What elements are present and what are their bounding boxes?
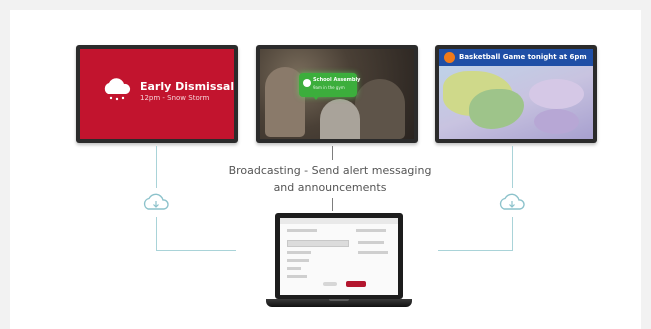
app-titlebar bbox=[280, 218, 398, 224]
connector-line bbox=[512, 146, 513, 188]
event-title: Basketball Game tonight at 6pm bbox=[459, 53, 587, 61]
display-early-dismissal: Early Dismissal 12pm - Snow Storm bbox=[76, 45, 238, 143]
laptop-icon bbox=[275, 213, 403, 299]
form-row bbox=[287, 229, 317, 232]
map-region bbox=[469, 89, 524, 129]
display-content: Early Dismissal 12pm - Snow Storm bbox=[80, 49, 234, 139]
form-row bbox=[287, 275, 307, 278]
announcement-title: School Assembly bbox=[313, 77, 361, 83]
display-school-assembly: School Assembly 9am in the gym bbox=[256, 45, 418, 143]
display-content: Basketball Game tonight at 6pm bbox=[439, 49, 593, 139]
form-row bbox=[287, 259, 309, 262]
caption-line: and announcements bbox=[273, 181, 387, 194]
connector-line bbox=[332, 146, 333, 160]
connector-line bbox=[512, 217, 513, 250]
form-row bbox=[287, 251, 311, 254]
connector-line bbox=[438, 250, 513, 251]
form-row bbox=[356, 229, 386, 232]
announcement-subtitle: 9am in the gym bbox=[313, 85, 345, 90]
event-banner: Basketball Game tonight at 6pm bbox=[439, 49, 593, 66]
message-select bbox=[287, 240, 349, 247]
basketball-icon bbox=[444, 52, 455, 63]
alert-subtitle: 12pm - Snow Storm bbox=[140, 94, 210, 102]
laptop-base bbox=[266, 299, 412, 307]
caption-line: Broadcasting - Send alert messaging bbox=[228, 164, 432, 177]
laptop-notch bbox=[329, 299, 349, 301]
connector-line bbox=[156, 217, 157, 250]
photo-person bbox=[320, 99, 360, 139]
laptop-display bbox=[280, 218, 398, 295]
chat-bubble-icon bbox=[303, 79, 311, 87]
photo-person bbox=[355, 79, 405, 139]
cancel-button bbox=[323, 282, 337, 286]
map-region bbox=[534, 109, 579, 134]
form-row bbox=[358, 241, 384, 244]
send-button bbox=[346, 281, 366, 287]
announcement-badge: School Assembly 9am in the gym bbox=[299, 73, 361, 97]
map-region bbox=[529, 79, 584, 109]
broadcast-caption: Broadcasting - Send alert messaging and … bbox=[205, 162, 455, 196]
connector-line bbox=[332, 198, 333, 211]
display-basketball-game: Basketball Game tonight at 6pm bbox=[435, 45, 597, 143]
cloud-icon bbox=[143, 193, 169, 210]
cloud-icon bbox=[499, 193, 525, 210]
display-content: School Assembly 9am in the gym bbox=[260, 49, 414, 139]
broadcast-diagram-panel: Early Dismissal 12pm - Snow Storm School… bbox=[10, 10, 641, 329]
connector-line bbox=[156, 250, 236, 251]
form-row bbox=[287, 267, 301, 270]
snow-cloud-icon bbox=[104, 78, 131, 101]
badge-pointer bbox=[312, 95, 320, 100]
connector-line bbox=[156, 146, 157, 188]
alert-title: Early Dismissal bbox=[140, 80, 234, 93]
form-row bbox=[358, 251, 388, 254]
